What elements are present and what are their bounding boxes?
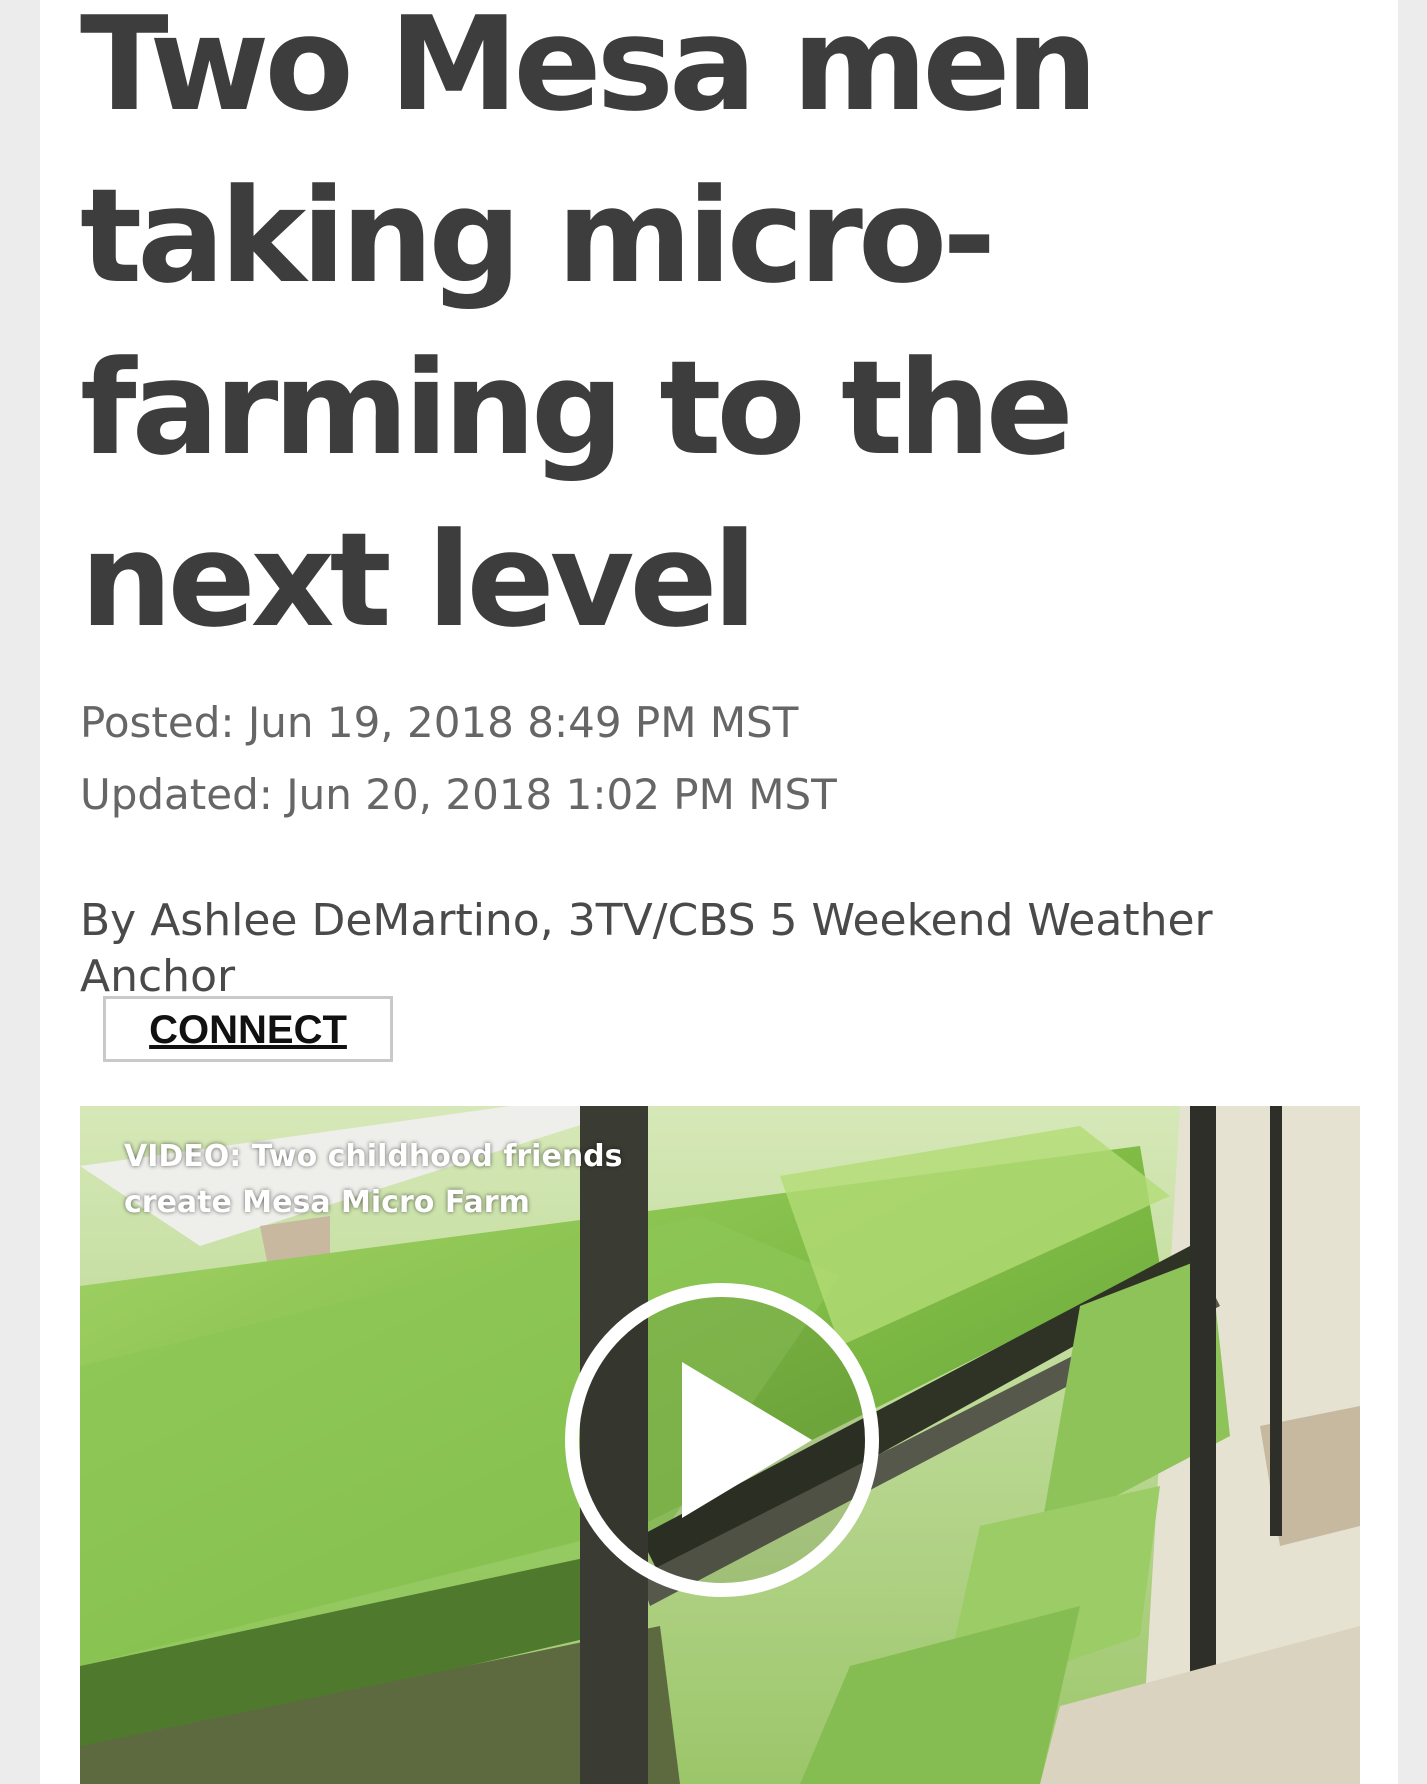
play-icon[interactable] [562,1280,882,1600]
video-player[interactable]: VIDEO: Two childhood friends create Mesa… [80,1106,1360,1784]
posted-date: Posted: Jun 19, 2018 8:49 PM MST [80,698,799,747]
author-byline: By Ashlee DeMartino, 3TV/CBS 5 Weekend W… [80,895,1213,1002]
article-page: Two Mesa men taking micro-farming to the… [40,0,1398,1784]
video-caption: VIDEO: Two childhood friends create Mesa… [124,1139,623,1220]
article-headline: Two Mesa men taking micro-farming to the… [80,0,1098,656]
connect-button[interactable]: CONNECT [103,996,393,1062]
updated-date: Updated: Jun 20, 2018 1:02 PM MST [80,770,837,819]
